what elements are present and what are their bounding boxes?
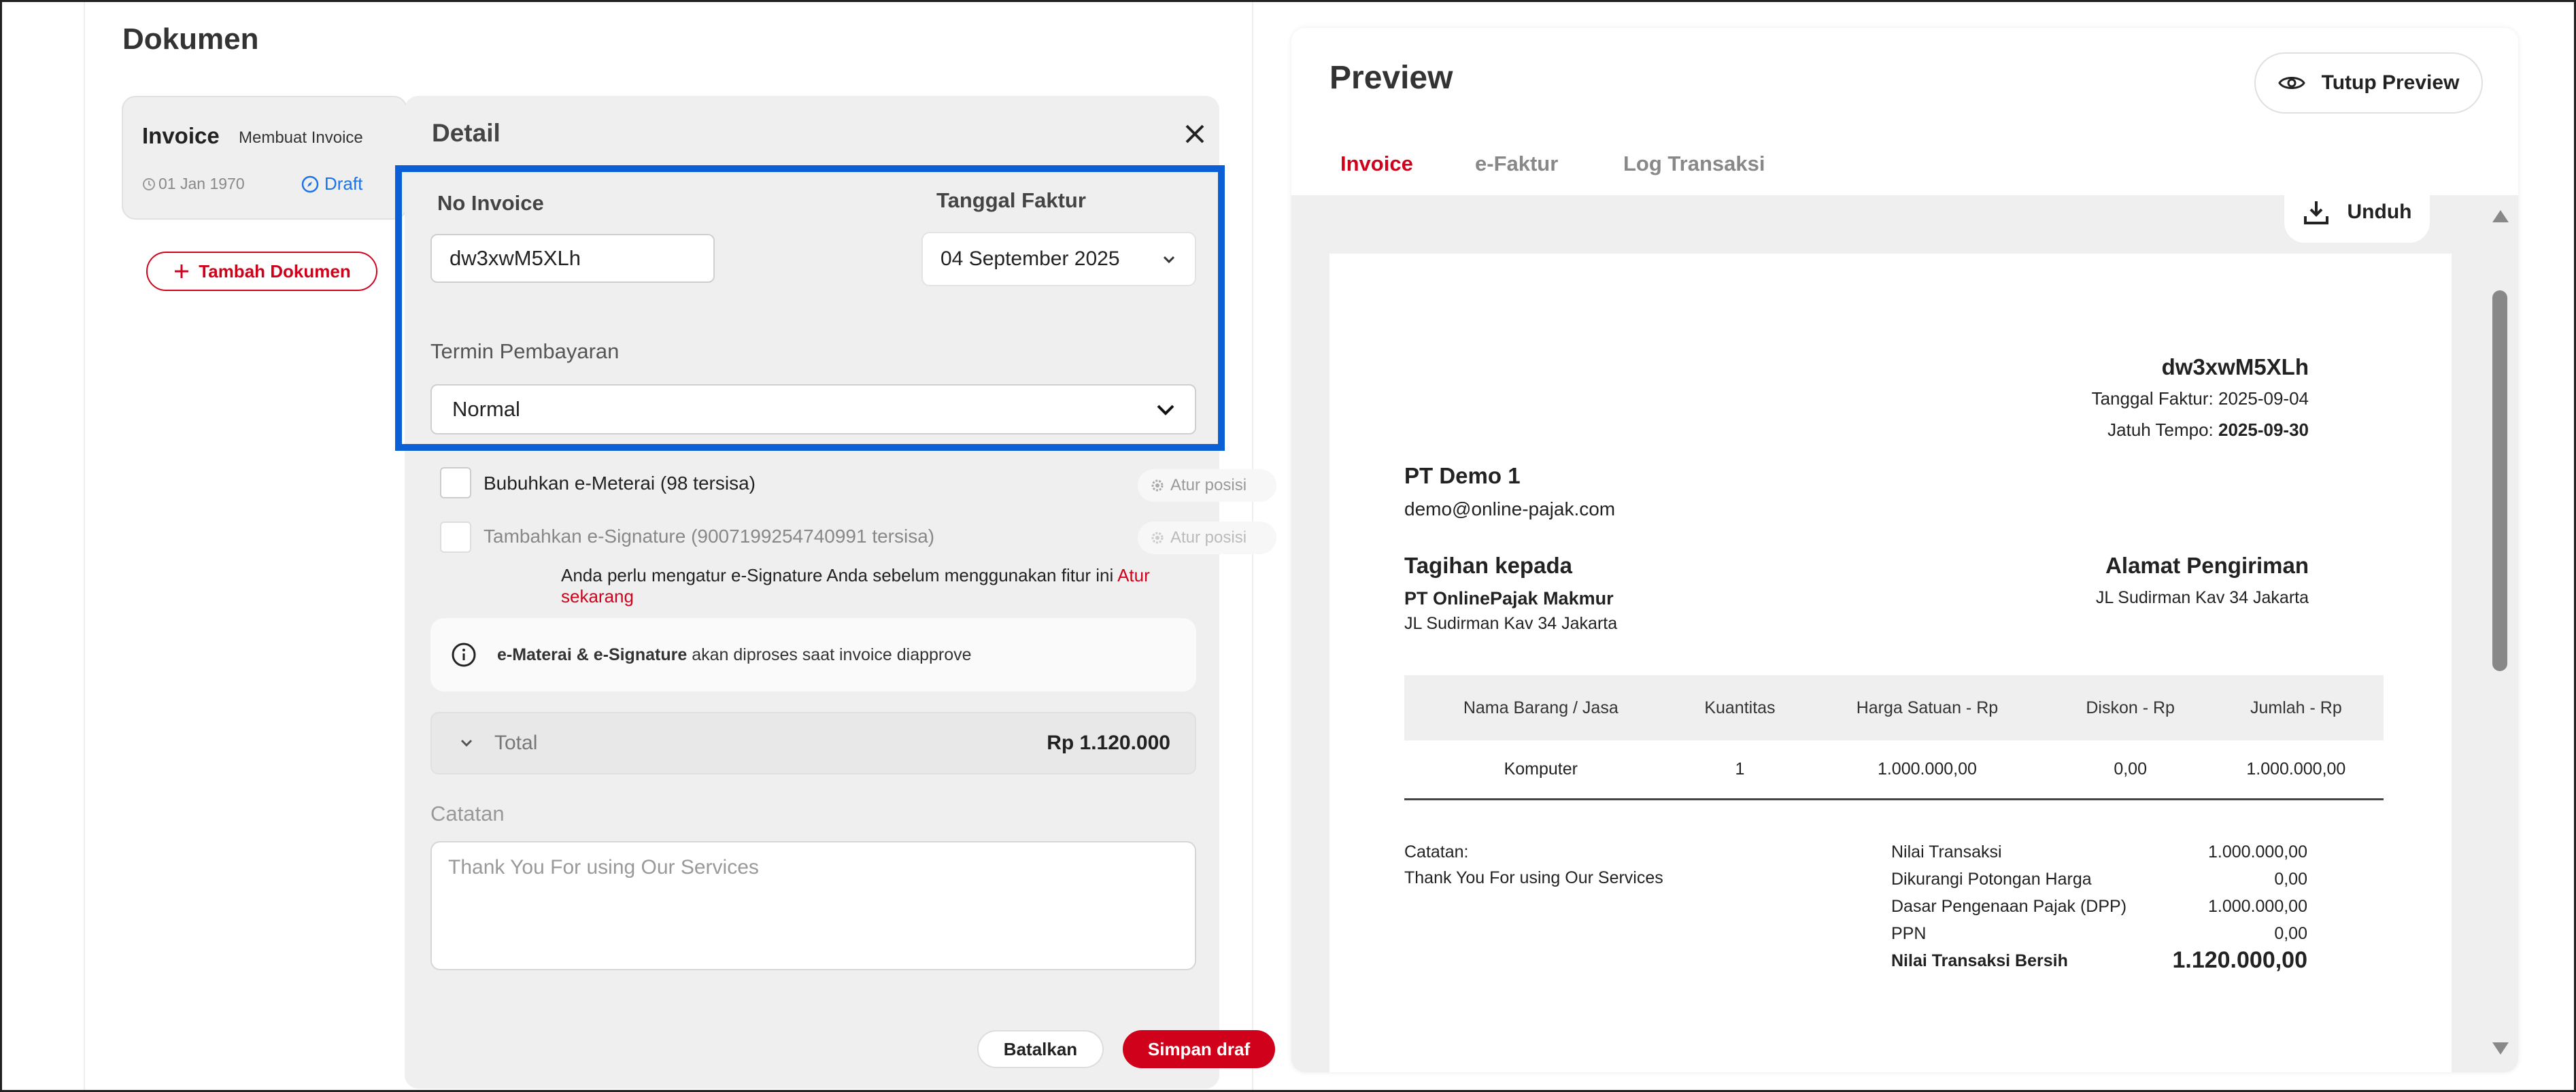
save-draft-button[interactable]: Simpan draf [1123,1030,1275,1068]
summary-label: Dasar Pengenaan Pajak (DPP) [1891,897,2127,916]
ship-to-address: JL Sudirman Kav 34 Jakarta [2095,588,2309,607]
scroll-down-icon[interactable] [2491,1041,2510,1057]
preview-body: dw3xwM5XLh Tanggal Faktur: 2025-09-04 Ja… [1291,182,2518,1072]
bill-to-name: PT OnlinePajak Makmur [1404,588,1614,609]
scrollbar-thumb[interactable] [2492,290,2507,671]
document-card-date: 01 Jan 1970 [142,175,245,193]
e-signature-checkbox[interactable] [440,522,471,553]
table-header: Harga Satuan - Rp [1802,675,2052,740]
atur-posisi-meterai-button[interactable]: Atur posisi [1138,469,1276,502]
close-preview-button[interactable]: Tutup Preview [2254,52,2483,114]
table-header: Diskon - Rp [2052,675,2209,740]
e-signature-label: Tambahkan e-Signature (9007199254740991 … [484,526,935,547]
status-badge: Draft [301,173,362,194]
status-badge-text: Draft [324,173,363,194]
summary-value: 0,00 [2274,870,2307,889]
total-value: Rp 1.120.000 [1047,732,1170,754]
detail-title: Detail [432,119,501,147]
detail-panel: Detail No Invoice Tanggal Faktur 04 Sept… [395,96,1276,1089]
e-signature-note: Anda perlu mengatur e-Signature Anda seb… [561,565,1219,607]
summary-value: 1.000.000,00 [2208,842,2307,861]
summary-grand-value: 1.120.000,00 [2172,947,2307,973]
eye-icon [2277,77,2305,89]
invoice-date: Tanggal Faktur: 2025-09-04 [2091,388,2309,409]
atur-posisi-label: Atur posisi [1170,528,1247,547]
due-date-value: 2025-09-30 [2218,420,2309,440]
items-table: Nama Barang / Jasa Kuantitas Harga Satua… [1404,675,2384,800]
e-signature-note-text: Anda perlu mengatur e-Signature Anda seb… [561,565,1114,585]
document-card-subtitle: Membuat Invoice [239,129,363,147]
preview-title: Preview [1329,60,1453,96]
info-text: e-Materai & e-Signature akan diproses sa… [497,645,972,665]
scroll-up-icon[interactable] [2491,207,2510,224]
total-label-wrap: Total [459,732,537,755]
gear-icon [1151,479,1164,492]
atur-posisi-label: Atur posisi [1170,476,1247,494]
clock-icon [143,177,155,190]
download-icon [2303,201,2328,224]
summary-label: PPN [1891,924,1927,943]
app-window: Dokumen Invoice Membuat Invoice 01 Jan 1… [0,0,2576,1092]
notes-value: Thank You For using Our Services [1404,868,1663,887]
info-text-rest: akan diproses saat invoice diapprove [692,645,972,664]
document-card-date-text: 01 Jan 1970 [158,175,245,192]
e-meterai-checkbox[interactable] [440,467,471,498]
add-document-label: Tambah Dokumen [199,260,351,281]
total-label: Total [494,732,538,754]
sender-email: demo@online-pajak.com [1404,498,1616,519]
info-icon [452,643,476,667]
summary-value: 1.000.000,00 [2208,897,2307,916]
tab-log-transaksi[interactable]: Log Transaksi [1623,152,1765,176]
table-header: Nama Barang / Jasa [1404,675,1678,740]
catatan-label: Catatan [430,802,505,825]
highlight-box [395,165,1225,451]
document-card-invoice[interactable]: Invoice Membuat Invoice 01 Jan 1970 Draf… [122,96,407,220]
summary-value: 0,00 [2274,924,2307,943]
tab-invoice[interactable]: Invoice [1340,152,1413,176]
summary-label: Nilai Transaksi [1891,842,2002,861]
cancel-button[interactable]: Batalkan [977,1030,1104,1068]
e-meterai-label: Bubuhkan e-Meterai (98 tersisa) [484,473,756,494]
info-box: e-Materai & e-Signature akan diproses sa… [430,618,1196,692]
table-row: Komputer 1 1.000.000,00 0,00 1.000.000,0… [1404,740,2384,800]
ship-to-heading: Alamat Pengiriman [2105,553,2309,578]
table-header: Jumlah - Rp [2208,675,2384,740]
add-document-button[interactable]: Tambah Dokumen [146,252,377,291]
invoice-paper: dw3xwM5XLh Tanggal Faktur: 2025-09-04 Ja… [1329,254,2452,1072]
atur-posisi-signature-button[interactable]: Atur posisi [1138,522,1276,554]
table-cell: 1.000.000,00 [2208,740,2384,800]
gear-icon [1151,532,1164,544]
document-card-title: Invoice [142,123,220,148]
bill-to-address: JL Sudirman Kav 34 Jakarta [1404,614,1618,633]
plus-icon [175,265,189,278]
document-panel: Dokumen Invoice Membuat Invoice 01 Jan 1… [84,2,1276,1090]
page-title: Dokumen [122,22,259,56]
info-text-bold: e-Materai & e-Signature [497,645,688,664]
preview-panel: Preview Tutup Preview Invoice e-Faktur L… [1291,28,2518,1072]
summary-label: Dikurangi Potongan Harga [1891,870,2092,889]
bill-to-heading: Tagihan kepada [1404,553,1572,578]
table-cell: 1 [1677,740,1803,800]
sender-name: PT Demo 1 [1404,463,1521,488]
download-button[interactable]: Unduh [2284,182,2430,243]
invoice-due-date: Jatuh Tempo: 2025-09-30 [2107,420,2309,441]
table-header-row: Nama Barang / Jasa Kuantitas Harga Satua… [1404,675,2384,740]
summary-grand-label: Nilai Transaksi Bersih [1891,951,2068,970]
notes-label: Catatan: [1404,842,1469,861]
close-preview-label: Tutup Preview [2321,71,2460,94]
draft-status-icon [301,175,319,192]
chevron-down-icon [460,739,473,747]
download-label: Unduh [2347,201,2412,223]
table-cell: 1.000.000,00 [1802,740,2052,800]
tab-e-faktur[interactable]: e-Faktur [1475,152,1558,176]
table-header: Kuantitas [1677,675,1803,740]
total-accordion[interactable]: Total Rp 1.120.000 [430,712,1196,774]
table-cell: Komputer [1404,740,1678,800]
catatan-textarea[interactable]: Thank You For using Our Services [430,841,1196,970]
invoice-number: dw3xwM5XLh [2161,354,2309,379]
due-date-label: Jatuh Tempo: [2107,420,2214,440]
close-icon[interactable] [1180,119,1210,149]
table-cell: 0,00 [2052,740,2209,800]
